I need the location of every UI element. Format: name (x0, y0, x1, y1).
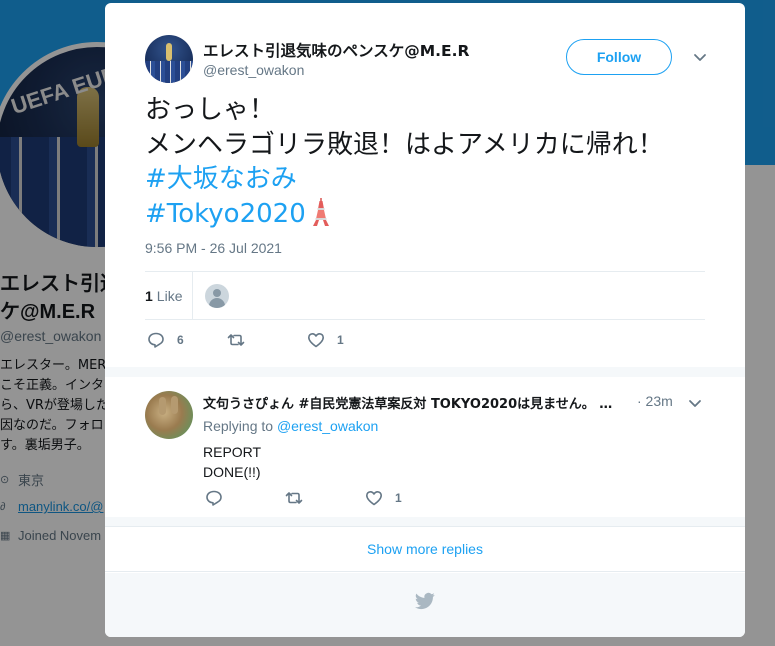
author-screen-name[interactable]: @erest_owakon (203, 62, 304, 78)
liker-avatar[interactable] (205, 284, 229, 308)
author-display-name[interactable]: エレスト引退気味のペンスケ@M.E.R (203, 39, 469, 61)
like-action[interactable]: 1 (365, 489, 402, 507)
tweet-text-line: メンヘラゴリラ敗退！はよアメリカに帰れ！ (145, 129, 664, 160)
like-action[interactable]: 1 (307, 331, 344, 349)
tweet-text: おっしゃ！ メンヘラゴリラ敗退！はよアメリカに帰れ！ #大坂なおみ #Tokyo… (145, 93, 725, 231)
reply-icon (206, 490, 222, 506)
divider (145, 319, 705, 320)
retweet-icon (285, 492, 303, 504)
like-count: 1 (337, 333, 344, 347)
reply-count: 6 (177, 333, 184, 347)
rabbit-ear-left (159, 397, 166, 415)
hashtag-link[interactable]: #大坂なおみ (145, 162, 725, 197)
tokyo-tower-icon (312, 197, 329, 226)
author-avatar-crowd (145, 61, 193, 83)
rabbit-ear-right (171, 396, 178, 414)
reply-icon (148, 332, 164, 348)
like-count: 1 (395, 491, 402, 505)
author-avatar[interactable] (145, 35, 193, 83)
likes-count: 1 (145, 288, 153, 304)
tweet-header: エレスト引退気味のペンスケ@M.E.R @erest_owakon Follow (145, 35, 708, 87)
retweet-icon (227, 334, 245, 346)
hashtag-line: #Tokyo2020 (145, 197, 725, 232)
reply-author-avatar[interactable] (145, 391, 193, 439)
likes-label: Like (156, 288, 183, 304)
likes-stat[interactable]: 1 Like (145, 288, 182, 304)
reply-author-name[interactable]: 文句うさぴょん #自民党憲法草案反対 TOKYO2020は見ません。 … (203, 393, 612, 412)
replying-to-label: Replying to (203, 418, 274, 434)
chevron-down-icon[interactable] (692, 49, 708, 65)
heart-icon (308, 333, 324, 348)
reply-action[interactable]: 6 (147, 331, 184, 349)
show-more-replies-button[interactable]: Show more replies (105, 526, 745, 572)
reply-timestamp[interactable]: · 23m (637, 393, 673, 409)
author-avatar-trophy (166, 43, 172, 61)
replying-to: Replying to @erest_owakon (203, 418, 378, 434)
reply-text: REPORT DONE(!!) (203, 442, 261, 482)
twitter-bird-icon (415, 592, 435, 610)
follow-button[interactable]: Follow (566, 39, 672, 75)
retweet-action[interactable] (227, 331, 257, 349)
heart-icon (366, 491, 382, 506)
reply-text-line: REPORT (203, 444, 262, 460)
tweet-stats: 1 Like (145, 272, 705, 320)
reply-action[interactable] (205, 489, 235, 507)
tweet-timestamp[interactable]: 9:56 PM - 26 Jul 2021 (145, 240, 282, 256)
modal-footer (105, 573, 745, 637)
chevron-down-icon[interactable] (687, 395, 703, 411)
tweet-modal: エレスト引退気味のペンスケ@M.E.R @erest_owakon Follow… (105, 3, 745, 637)
tweet-actions: 6 1 (145, 331, 705, 351)
replying-to-handle[interactable]: @erest_owakon (277, 418, 378, 434)
tweet-text-line: おっしゃ！ (145, 95, 276, 125)
hashtag-link[interactable]: #Tokyo2020 (145, 199, 306, 229)
reply-actions: 1 (203, 489, 703, 509)
default-avatar-body (209, 298, 225, 308)
retweet-action[interactable] (285, 489, 315, 507)
default-avatar-head (213, 289, 221, 297)
divider (192, 272, 193, 320)
reply-text-line: DONE(!!) (203, 464, 261, 480)
section-divider (105, 367, 745, 377)
